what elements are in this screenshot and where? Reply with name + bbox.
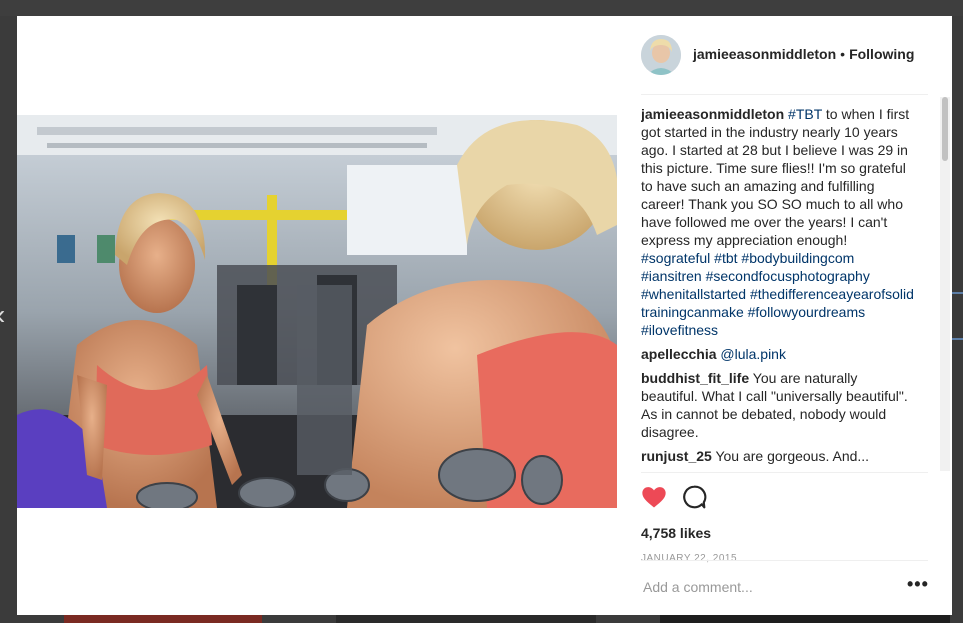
comment-bubble-icon[interactable] xyxy=(681,483,707,511)
comment-input[interactable] xyxy=(641,575,885,599)
page-backdrop xyxy=(0,0,963,16)
comment-username[interactable]: runjust_25 xyxy=(641,448,712,464)
post-header: jamieeasonmiddleton • Following xyxy=(641,16,928,95)
hashtag-link[interactable]: #tbt xyxy=(714,250,737,266)
photo-pane xyxy=(17,16,617,615)
background-divider xyxy=(951,292,963,294)
background-divider xyxy=(951,338,963,340)
following-button[interactable]: Following xyxy=(849,46,914,62)
ellipsis-icon[interactable]: ••• xyxy=(907,575,929,593)
hashtag-link[interactable]: #sograteful xyxy=(641,250,710,266)
post-info-panel: jamieeasonmiddleton • Following jamieeason… xyxy=(640,16,950,616)
hashtag-link[interactable]: #bodybuildingcom xyxy=(741,250,854,266)
hashtag-link[interactable]: #whenitallstarted xyxy=(641,286,746,302)
heart-icon[interactable] xyxy=(640,483,668,511)
comment-text: You are gorgeous. And... xyxy=(715,448,870,464)
post-actions: 4,758 likes JANUARY 22, 2015 xyxy=(640,472,928,564)
caption-text: to when I first got started in the indus… xyxy=(641,106,910,248)
hashtag-link[interactable]: #followyourdreams xyxy=(748,304,866,320)
add-comment-bar: ••• xyxy=(641,560,928,616)
header-username[interactable]: jamieeasonmiddleton xyxy=(693,46,836,62)
hashtag-link[interactable]: #TBT xyxy=(788,106,822,122)
header-separator: • xyxy=(840,46,846,62)
hashtag-link[interactable]: #iansitren xyxy=(641,268,702,284)
chevron-left-icon[interactable]: ‹ xyxy=(0,300,12,330)
post-photo xyxy=(17,115,617,508)
hashtag-link[interactable]: #secondfocusphotography xyxy=(706,268,870,284)
comments-scrollbar[interactable] xyxy=(940,97,950,471)
caption: jamieeasonmiddleton #TBT to when I first… xyxy=(641,105,917,339)
comment-username[interactable]: apellecchia xyxy=(641,346,717,362)
comment-username[interactable]: buddhist_fit_life xyxy=(641,370,749,386)
list-item: runjust_25 You are gorgeous. And... xyxy=(641,447,917,465)
caption-username[interactable]: jamieeasonmiddleton xyxy=(641,106,784,122)
comment-text[interactable]: @lula.pink xyxy=(720,346,786,362)
post-modal: jamieeasonmiddleton • Following jamieeason… xyxy=(17,16,952,615)
list-item: buddhist_fit_life You are naturally beau… xyxy=(641,369,917,441)
likes-count[interactable]: 4,758 likes xyxy=(641,525,711,541)
list-item: apellecchia @lula.pink xyxy=(641,345,917,363)
avatar[interactable] xyxy=(641,35,681,75)
scrollbar-thumb[interactable] xyxy=(942,97,948,161)
hashtag-link[interactable]: #ilovefitness xyxy=(641,322,718,338)
comments-list[interactable]: jamieeasonmiddleton #TBT to when I first… xyxy=(641,95,937,472)
